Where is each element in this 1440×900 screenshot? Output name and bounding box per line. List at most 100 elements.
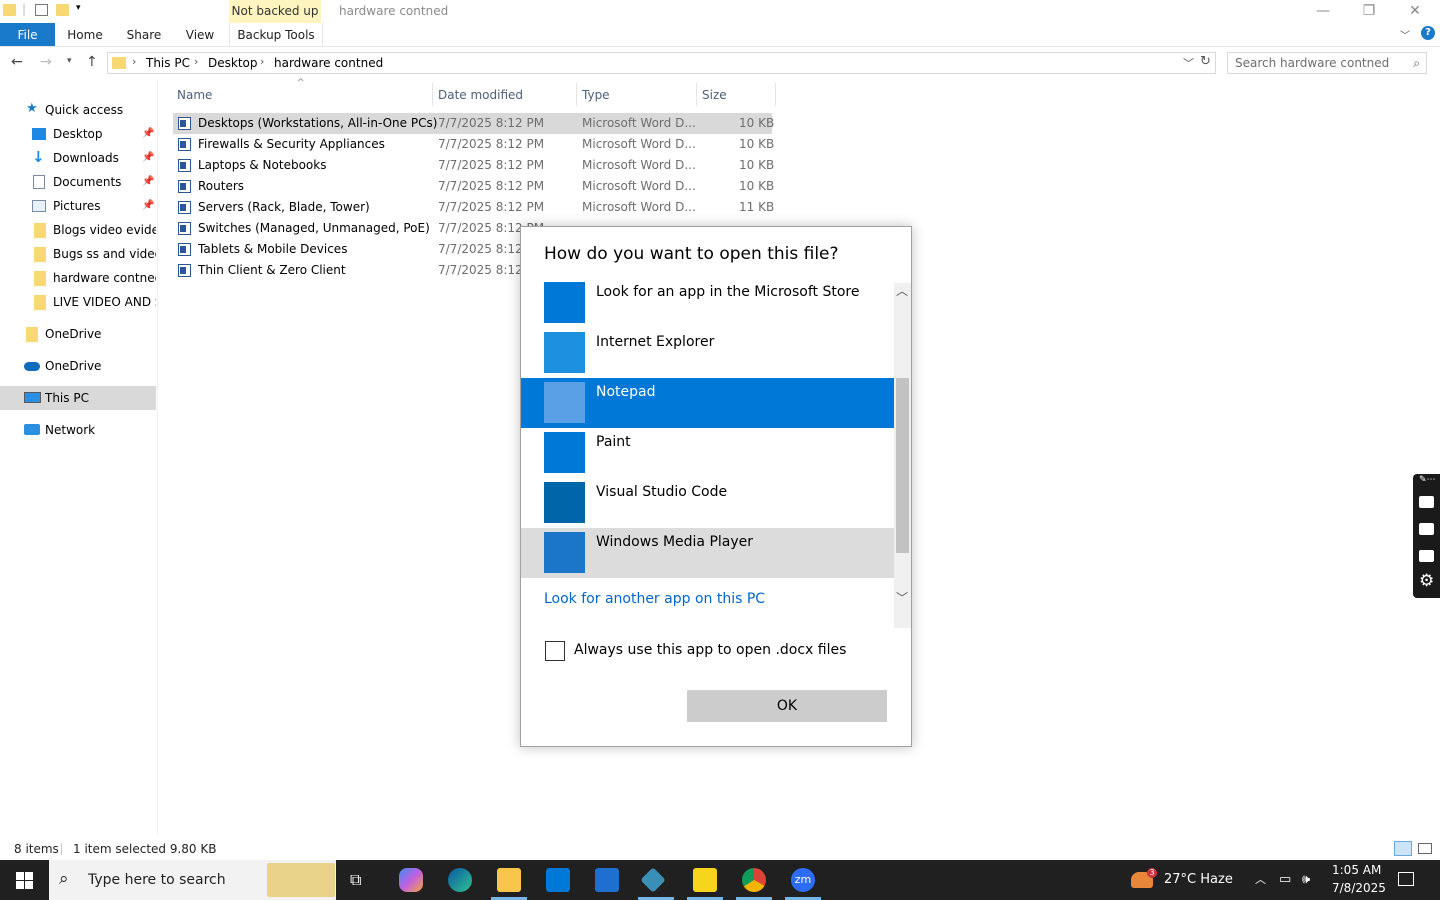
address-dropdown-icon[interactable]: ﹀ [1183, 55, 1194, 71]
status-bar: 8 items 1 item selected 9.80 KB [0, 838, 1440, 860]
more-icon[interactable]: ✎⋯ [1419, 475, 1436, 485]
large-icons-view-icon[interactable] [1418, 843, 1432, 854]
new-folder-icon[interactable] [56, 4, 69, 16]
app-option[interactable]: Look for an app in the Microsoft Store [521, 278, 894, 328]
ribbon-expand-icon[interactable]: ﹀ [1400, 27, 1410, 42]
nav-onedrive[interactable]: OneDrive [0, 355, 156, 377]
tab-file[interactable]: File [0, 23, 55, 46]
column-separator[interactable] [775, 83, 776, 106]
search-input[interactable]: Search hardware contned ⌕ [1227, 52, 1427, 74]
restore-button[interactable]: ❐ [1346, 0, 1392, 23]
table-row[interactable]: Laptops & Notebooks 7/7/2025 8:12 PM Micro… [173, 155, 774, 176]
folder-icon [34, 271, 46, 286]
desktop-icon [32, 128, 46, 140]
column-type[interactable]: Type [582, 86, 610, 106]
copilot-icon[interactable] [399, 868, 423, 892]
chevron-right-icon[interactable]: › [260, 55, 264, 68]
windows-start-icon[interactable] [16, 872, 33, 889]
scroll-down-icon[interactable]: ﹀ [896, 589, 908, 606]
sticky-notes-icon[interactable] [693, 868, 717, 892]
column-separator[interactable] [696, 83, 697, 106]
table-row[interactable]: Desktops (Workstations, All-in-One PCs) 7… [173, 113, 774, 134]
file-type: Microsoft Word D... [582, 200, 696, 214]
details-view-icon[interactable] [1394, 841, 1412, 856]
weather-text[interactable]: 27°C Haze [1164, 860, 1233, 900]
back-arrow-icon[interactable]: ← [11, 54, 23, 70]
show-hidden-icons-icon[interactable]: ︿ [1255, 860, 1266, 900]
nav-this-pc[interactable]: This PC [0, 386, 156, 410]
tab-backup-tools[interactable]: Backup Tools [229, 23, 323, 46]
network-tray-icon[interactable]: ▭ [1279, 860, 1291, 900]
task-view-icon[interactable]: ⧉ [350, 870, 361, 890]
pin-icon: 📌 [142, 128, 155, 139]
refresh-icon[interactable]: ↻ [1200, 54, 1211, 69]
ok-button[interactable]: OK [687, 690, 887, 722]
camera-icon[interactable] [1419, 496, 1434, 508]
always-use-checkbox[interactable] [545, 641, 565, 661]
app-diamond-icon[interactable] [640, 867, 666, 893]
file-explorer-icon[interactable] [497, 868, 521, 892]
chrome-icon[interactable] [742, 868, 766, 892]
address-bar[interactable]: › This PC › Desktop › hardware contned ﹀… [107, 52, 1216, 74]
edge-icon[interactable] [448, 868, 472, 892]
breadcrumb-current[interactable]: hardware contned [274, 56, 383, 70]
app-option[interactable]: Paint [521, 428, 894, 478]
store-icon[interactable] [546, 868, 570, 892]
settings-gear-icon[interactable]: ⚙ [1419, 572, 1434, 590]
scrollbar-thumb[interactable] [896, 378, 909, 553]
tab-share[interactable]: Share [122, 23, 166, 46]
properties-icon[interactable] [35, 4, 48, 16]
window-capture-icon[interactable] [1419, 550, 1434, 562]
app-list-scrollbar[interactable]: ︿ ﹀ [894, 283, 911, 628]
table-row[interactable]: Servers (Rack, Blade, Tower) 7/7/2025 8:1… [173, 197, 774, 218]
nav-folder-blogs[interactable]: Blogs video evidenc [0, 219, 156, 241]
look-for-another-app-link[interactable]: Look for another app on this PC [544, 591, 765, 607]
clock-time[interactable]: 1:05 AM [1332, 863, 1381, 877]
notifications-icon[interactable] [1398, 872, 1414, 886]
tab-view[interactable]: View [180, 23, 220, 46]
folder-icon [34, 295, 46, 310]
app-option[interactable]: Internet Explorer [521, 328, 894, 378]
close-button[interactable]: ✕ [1392, 0, 1438, 23]
column-separator[interactable] [576, 83, 577, 106]
nav-quick-access[interactable]: ★ Quick access [0, 99, 156, 121]
nav-downloads[interactable]: ↓ Downloads 📌 [0, 147, 156, 169]
forward-arrow-icon[interactable]: → [40, 54, 52, 70]
scroll-up-icon[interactable]: ︿ [896, 282, 908, 299]
nav-network[interactable]: Network [0, 419, 156, 441]
column-size[interactable]: Size [702, 86, 727, 106]
video-icon[interactable] [1419, 523, 1434, 535]
nav-desktop[interactable]: Desktop 📌 [0, 123, 156, 145]
chevron-right-icon[interactable]: › [132, 55, 136, 68]
help-icon[interactable]: ? [1421, 26, 1435, 40]
nav-onedrive-folder[interactable]: OneDrive [0, 323, 156, 345]
minimize-button[interactable]: — [1300, 0, 1346, 23]
nav-folder-hardware[interactable]: hardware contned [0, 267, 156, 289]
title-bar: | ▾ Not backed up hardware contned — ❐ ✕ [0, 0, 1440, 23]
nav-documents[interactable]: Documents 📌 [0, 171, 156, 193]
table-row[interactable]: Firewalls & Security Appliances 7/7/2025 … [173, 134, 774, 155]
nav-pictures[interactable]: Pictures 📌 [0, 195, 156, 217]
chevron-right-icon[interactable]: › [194, 55, 198, 68]
column-name[interactable]: Name [177, 86, 212, 106]
recent-locations-icon[interactable]: ▾ [67, 56, 72, 66]
tab-home[interactable]: Home [62, 23, 108, 46]
column-separator[interactable] [432, 83, 433, 106]
app-option[interactable]: Windows Media Player [521, 528, 894, 578]
zoom-icon[interactable]: zm [791, 868, 815, 892]
app-option[interactable]: Notepad [521, 378, 894, 428]
nav-folder-bugs[interactable]: Bugs ss and video [0, 243, 156, 265]
file-name: Routers [198, 179, 245, 193]
customize-qat-icon[interactable]: ▾ [76, 3, 89, 15]
clock-date[interactable]: 7/8/2025 [1332, 881, 1386, 895]
breadcrumb-desktop[interactable]: Desktop [208, 56, 258, 70]
column-date-modified[interactable]: Date modified [438, 86, 523, 106]
volume-icon[interactable]: 🕪 [1302, 860, 1310, 900]
table-row[interactable]: Routers 7/7/2025 8:12 PM Microsoft Word D.… [173, 176, 774, 197]
up-arrow-icon[interactable]: ↑ [86, 54, 98, 70]
nav-folder-live-video[interactable]: LIVE VIDEO AND SS [0, 291, 156, 313]
taskbar-search-box[interactable]: ⌕ Type here to search [49, 860, 336, 900]
app-option[interactable]: Visual Studio Code [521, 478, 894, 528]
mail-icon[interactable] [595, 868, 619, 892]
breadcrumb-this-pc[interactable]: This PC [146, 56, 190, 70]
